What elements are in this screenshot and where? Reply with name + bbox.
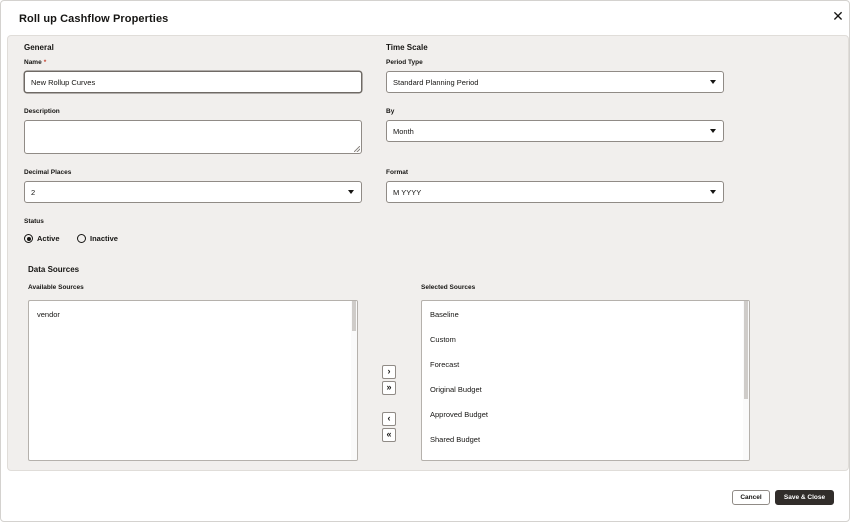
name-input[interactable]: New Rollup Curves xyxy=(24,71,362,93)
period-type-label: Period Type xyxy=(386,59,423,66)
format-select[interactable]: M YYYY xyxy=(386,181,724,203)
status-active-label: Active xyxy=(37,234,60,243)
required-mark: * xyxy=(43,59,47,66)
name-label-text: Name xyxy=(24,59,42,66)
scrollbar-thumb[interactable] xyxy=(352,301,356,331)
scrollbar-thumb[interactable] xyxy=(744,301,748,399)
status-active-option[interactable]: Active xyxy=(24,234,60,243)
radio-unchecked-icon[interactable] xyxy=(77,234,86,243)
save-and-close-button[interactable]: Save & Close xyxy=(775,490,834,505)
decimal-places-value: 2 xyxy=(31,187,36,197)
move-all-right-button[interactable]: » xyxy=(382,381,396,395)
general-heading: General xyxy=(24,43,54,52)
status-inactive-option[interactable]: Inactive xyxy=(77,234,118,243)
list-item[interactable]: vendor xyxy=(37,310,60,319)
available-sources-list[interactable]: vendor xyxy=(28,300,358,461)
selected-sources-list[interactable]: Baseline Custom Forecast Original Budget… xyxy=(421,300,750,461)
decimal-places-select[interactable]: 2 xyxy=(24,181,362,203)
by-select[interactable]: Month xyxy=(386,120,724,142)
list-item[interactable]: Baseline xyxy=(430,310,459,319)
status-inactive-label: Inactive xyxy=(90,234,118,243)
list-item[interactable]: Custom xyxy=(430,335,456,344)
scrollbar[interactable] xyxy=(351,301,357,460)
data-sources-heading: Data Sources xyxy=(28,265,80,274)
chevron-down-icon xyxy=(710,80,716,84)
scrollbar[interactable] xyxy=(743,301,749,460)
format-value: M YYYY xyxy=(393,187,422,197)
list-item[interactable]: Forecast xyxy=(430,360,459,369)
chevron-down-icon xyxy=(710,190,716,194)
by-label: By xyxy=(386,108,395,115)
description-label: Description xyxy=(24,108,60,115)
chevron-down-icon xyxy=(348,190,354,194)
properties-panel: General Name * New Rollup Curves Descript… xyxy=(7,35,849,471)
description-textarea[interactable] xyxy=(24,120,362,154)
decimal-places-label: Decimal Places xyxy=(24,169,72,176)
move-left-button[interactable]: ‹ xyxy=(382,412,396,426)
time-scale-heading: Time Scale xyxy=(386,43,428,52)
period-type-value: Standard Planning Period xyxy=(393,77,479,87)
available-sources-label: Available Sources xyxy=(28,284,84,291)
list-item[interactable]: Original Budget xyxy=(430,385,482,394)
resize-grip-icon[interactable] xyxy=(354,146,360,152)
roll-up-cashflow-dialog: Roll up Cashflow Properties ✕ General Na… xyxy=(0,0,850,522)
chevron-down-icon xyxy=(710,129,716,133)
selected-sources-label: Selected Sources xyxy=(421,284,476,291)
close-icon[interactable]: ✕ xyxy=(830,9,846,25)
move-all-left-button[interactable]: « xyxy=(382,428,396,442)
period-type-select[interactable]: Standard Planning Period xyxy=(386,71,724,93)
format-label: Format xyxy=(386,169,409,176)
name-input-value: New Rollup Curves xyxy=(31,77,96,87)
dialog-title: Roll up Cashflow Properties xyxy=(19,13,169,25)
name-label: Name * xyxy=(24,59,46,66)
radio-checked-icon[interactable] xyxy=(24,234,33,243)
move-right-button[interactable]: › xyxy=(382,365,396,379)
status-label: Status xyxy=(24,218,44,225)
list-item[interactable]: Approved Budget xyxy=(430,410,488,419)
cancel-button[interactable]: Cancel xyxy=(732,490,770,505)
list-item[interactable]: Shared Budget xyxy=(430,435,480,444)
by-value: Month xyxy=(393,126,414,136)
